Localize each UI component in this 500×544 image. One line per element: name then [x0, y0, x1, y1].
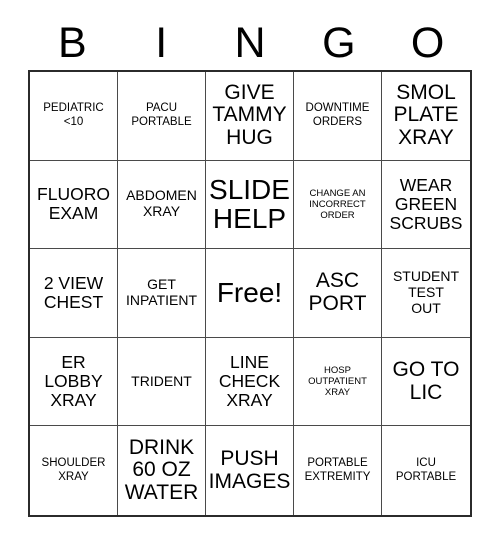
bingo-cell-label: GET INPATIENT [125, 276, 198, 308]
bingo-cell[interactable]: PACU PORTABLE [118, 72, 206, 161]
bingo-cell-label: Free! [216, 277, 283, 309]
bingo-cell-label: 2 VIEW CHEST [43, 272, 104, 312]
bingo-cell-label: TRIDENT [131, 372, 192, 389]
bingo-cell[interactable]: GET INPATIENT [118, 249, 206, 338]
bingo-cell[interactable]: TRIDENT [118, 337, 206, 427]
bingo-cell-label: ASC PORT [308, 269, 367, 315]
bingo-cell-label: DOWNTIME ORDERS [305, 102, 370, 128]
bingo-cell[interactable]: FLUORO EXAM [30, 160, 118, 250]
bingo-cell[interactable]: DOWNTIME ORDERS [294, 72, 382, 161]
bingo-cell[interactable]: ICU PORTABLE [382, 426, 470, 515]
bingo-cell[interactable]: SMOL PLATE XRAY [382, 72, 470, 161]
bingo-cell-label: LINE CHECK XRAY [218, 351, 281, 411]
bingo-cell-free-space[interactable]: Free! [206, 249, 294, 338]
bingo-cell-label: PUSH IMAGES [208, 447, 291, 493]
bingo-cell[interactable]: 2 VIEW CHEST [30, 249, 118, 338]
bingo-cell[interactable]: GO TO LIC [382, 337, 470, 427]
bingo-cell[interactable]: HOSP OUTPATIENT XRAY [294, 337, 382, 427]
bingo-cell[interactable]: SHOULDER XRAY [30, 426, 118, 515]
bingo-cell-label: ABDOMEN XRAY [126, 187, 197, 220]
bingo-cell[interactable]: ABDOMEN XRAY [118, 160, 206, 250]
bingo-cell[interactable]: SLIDE HELP [206, 160, 294, 250]
header-letter-o: O [410, 18, 445, 67]
bingo-cell[interactable]: CHANGE AN INCORRECT ORDER [294, 160, 382, 250]
header-letter-i: I [155, 18, 168, 67]
bingo-cell-label: GIVE TAMMY HUG [212, 80, 287, 150]
bingo-cell-label: SMOL PLATE XRAY [393, 80, 459, 150]
bingo-grid: PEDIATRIC <10 PACU PORTABLE GIVE TAMMY H… [28, 70, 472, 517]
bingo-card: B I N G O PEDIATRIC <10 PACU PORTABLE GI… [0, 0, 500, 544]
bingo-cell-label: PEDIATRIC <10 [43, 102, 104, 128]
bingo-cell[interactable]: PUSH IMAGES [206, 426, 294, 515]
bingo-cell[interactable]: ASC PORT [294, 249, 382, 338]
header-letter-b: B [58, 18, 87, 67]
bingo-cell[interactable]: WEAR GREEN SCRUBS [382, 160, 470, 250]
bingo-cell[interactable]: PEDIATRIC <10 [30, 72, 118, 161]
bingo-header: B I N G O [28, 18, 472, 68]
header-letter-g: G [322, 18, 356, 67]
bingo-cell-label: PORTABLE EXTREMITY [304, 457, 371, 483]
bingo-cell[interactable]: ER LOBBY XRAY [30, 337, 118, 427]
bingo-cell-label: CHANGE AN INCORRECT ORDER [309, 187, 366, 221]
bingo-cell-label: FLUORO EXAM [37, 184, 110, 224]
bingo-cell-label: SHOULDER XRAY [41, 457, 106, 483]
header-letter-n: N [234, 18, 266, 67]
bingo-cell[interactable]: STUDENT TEST OUT [382, 249, 470, 338]
bingo-cell-label: SLIDE HELP [209, 173, 290, 235]
bingo-cell-label: DRINK 60 OZ WATER [124, 435, 199, 505]
bingo-cell-label: PACU PORTABLE [131, 102, 192, 128]
bingo-cell[interactable]: PORTABLE EXTREMITY [294, 426, 382, 515]
bingo-cell-label: ICU PORTABLE [395, 457, 457, 483]
bingo-cell-label: STUDENT TEST OUT [392, 268, 460, 316]
bingo-cell-label: GO TO LIC [392, 357, 460, 404]
bingo-cell-label: ER LOBBY XRAY [44, 351, 103, 411]
bingo-cell[interactable]: LINE CHECK XRAY [206, 337, 294, 427]
bingo-cell-label: HOSP OUTPATIENT XRAY [308, 364, 367, 399]
bingo-cell-label: WEAR GREEN SCRUBS [389, 174, 463, 234]
bingo-cell[interactable]: GIVE TAMMY HUG [206, 72, 294, 161]
bingo-cell[interactable]: DRINK 60 OZ WATER [118, 426, 206, 515]
